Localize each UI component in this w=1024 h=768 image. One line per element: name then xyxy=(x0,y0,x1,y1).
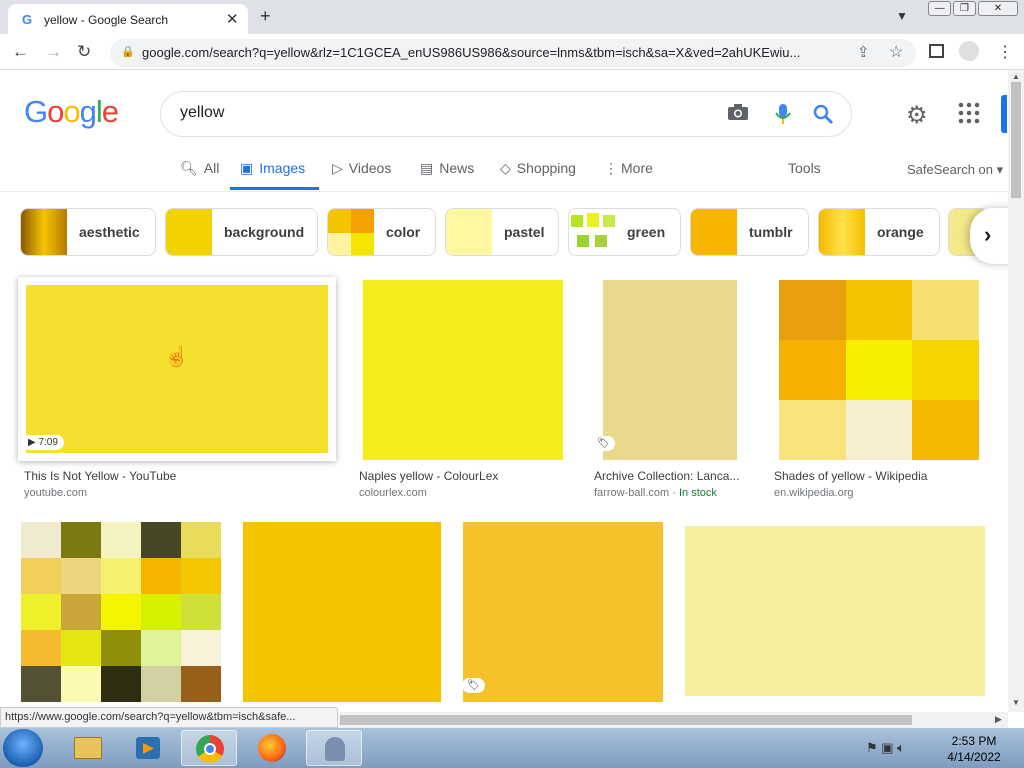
chip-background[interactable]: background xyxy=(165,208,318,256)
hand-cursor-icon: ☝ xyxy=(164,346,189,368)
tag-icon: 🏷︎ xyxy=(592,436,615,451)
search-icon[interactable] xyxy=(812,103,834,125)
camera-icon[interactable] xyxy=(727,103,749,121)
result-title[interactable]: Shades of yellow - Wikipedia xyxy=(774,469,989,483)
bookmark-star-icon[interactable]: ☆ xyxy=(889,42,903,62)
result-source[interactable]: farrow-ball.com · In stock xyxy=(594,487,717,499)
users-app-icon[interactable] xyxy=(306,730,362,766)
more-vert-icon: ⋮ xyxy=(604,160,618,176)
sign-in-button-edge[interactable] xyxy=(1001,95,1007,133)
news-icon: ▤ xyxy=(420,160,434,176)
taskbar-clock[interactable]: 2:53 PM 4/14/2022 xyxy=(944,733,1004,765)
result-image[interactable] xyxy=(779,280,979,460)
forward-arrow-icon[interactable]: → xyxy=(45,42,62,62)
side-panel-icon[interactable] xyxy=(929,44,944,58)
tab-all[interactable]: 🔍︎ All xyxy=(180,160,219,177)
result-source[interactable]: youtube.com xyxy=(24,487,87,499)
file-explorer-icon[interactable] xyxy=(60,730,116,766)
menu-more-icon[interactable]: ⋮ xyxy=(997,42,1013,62)
image-icon: ▣ xyxy=(240,160,254,176)
scroll-right-icon[interactable]: ▶ xyxy=(995,714,1002,725)
chip-thumbnail xyxy=(328,209,374,255)
result-image[interactable] xyxy=(21,522,221,702)
safesearch-button[interactable]: SafeSearch on ▾ xyxy=(907,162,1003,178)
chip-color[interactable]: color xyxy=(327,208,436,256)
settings-gear-icon[interactable]: ⚙ xyxy=(906,101,928,130)
result-image[interactable] xyxy=(26,285,328,453)
back-arrow-icon[interactable]: ← xyxy=(12,42,29,62)
result-image[interactable] xyxy=(463,522,663,702)
share-icon[interactable]: ⇪ xyxy=(857,43,870,61)
scroll-down-icon[interactable]: ▼ xyxy=(1012,698,1020,707)
chip-pastel[interactable]: pastel xyxy=(445,208,559,256)
chip-thumbnail xyxy=(446,209,492,255)
maximize-button[interactable]: ❐ xyxy=(953,1,976,16)
profile-avatar-icon[interactable] xyxy=(959,41,979,61)
result-title[interactable]: Archive Collection: Lanca... xyxy=(594,469,744,483)
horizontal-scroll-thumb[interactable] xyxy=(340,715,912,725)
chip-thumbnail xyxy=(166,209,212,255)
chip-thumbnail xyxy=(21,209,67,255)
result-source[interactable]: colourlex.com xyxy=(359,487,427,499)
tab-news[interactable]: ▤ News xyxy=(420,160,474,177)
result-title[interactable]: Naples yellow - ColourLex xyxy=(359,469,569,483)
chip-green[interactable]: green xyxy=(568,208,681,256)
tab-title: yellow - Google Search xyxy=(44,13,169,27)
tab-more[interactable]: ⋮ More xyxy=(604,160,653,177)
tab-images[interactable]: ▣ Images xyxy=(240,160,305,177)
result-image[interactable] xyxy=(685,526,985,696)
video-duration-badge: ▶ 7:09 xyxy=(22,435,64,450)
chip-thumbnail xyxy=(819,209,865,255)
result-image[interactable] xyxy=(603,280,737,460)
tools-button[interactable]: Tools xyxy=(788,160,821,176)
video-icon: ▷ xyxy=(332,160,343,176)
reload-icon[interactable]: ↻ xyxy=(77,42,91,62)
result-image[interactable] xyxy=(243,522,441,702)
stock-status: In stock xyxy=(678,487,717,499)
divider xyxy=(0,191,1008,192)
new-tab-icon[interactable]: + xyxy=(260,6,271,27)
result-thumbnail-frame[interactable]: ▶ 7:09 xyxy=(18,277,336,461)
chip-aesthetic[interactable]: aesthetic xyxy=(20,208,156,256)
result-image[interactable] xyxy=(363,280,563,460)
firefox-icon[interactable] xyxy=(244,730,300,766)
chip-orange[interactable]: orange xyxy=(818,208,940,256)
tab-videos[interactable]: ▷ Videos xyxy=(332,160,391,177)
chip-thumbnail xyxy=(569,209,615,255)
status-bar-url: https://www.google.com/search?q=yellow&t… xyxy=(0,707,338,728)
close-window-button[interactable]: ✕ xyxy=(978,1,1018,16)
google-logo[interactable]: Google xyxy=(24,94,119,130)
chevron-right-icon: › xyxy=(984,222,992,247)
media-player-icon[interactable]: ▶ xyxy=(120,730,176,766)
windows-start-button[interactable] xyxy=(3,729,43,767)
active-tab-indicator xyxy=(230,187,319,190)
url-text[interactable]: google.com/search?q=yellow&rlz=1C1GCEA_e… xyxy=(142,45,847,60)
chip-thumbnail xyxy=(691,209,737,255)
google-favicon-icon: G xyxy=(22,12,33,27)
result-title[interactable]: This Is Not Yellow - YouTube xyxy=(24,469,324,483)
chip-tumblr[interactable]: tumblr xyxy=(690,208,809,256)
close-tab-icon[interactable]: ✕ xyxy=(226,10,239,28)
system-tray-icons[interactable]: ⚑ ▣ 🔈︎ xyxy=(866,740,905,756)
search-icon: 🔍︎ xyxy=(180,160,198,176)
search-input[interactable]: yellow xyxy=(180,104,224,122)
chevron-down-icon[interactable]: ▼ xyxy=(896,9,908,23)
browser-tab[interactable]: G yellow - Google Search ✕ xyxy=(8,4,248,34)
vertical-scroll-thumb[interactable] xyxy=(1011,82,1021,198)
tag-icon: 🏷︎ xyxy=(462,678,485,693)
tab-shopping[interactable]: ◇ Shopping xyxy=(500,160,576,177)
scroll-up-icon[interactable]: ▲ xyxy=(1012,72,1020,81)
lock-icon[interactable]: 🔒 xyxy=(121,45,135,58)
chrome-icon[interactable] xyxy=(181,730,237,766)
result-source[interactable]: en.wikipedia.org xyxy=(774,487,854,499)
mic-icon[interactable] xyxy=(774,103,792,125)
minimize-button[interactable]: — xyxy=(928,1,951,16)
tag-icon: ◇ xyxy=(500,160,511,176)
apps-grid-icon[interactable] xyxy=(958,102,980,124)
